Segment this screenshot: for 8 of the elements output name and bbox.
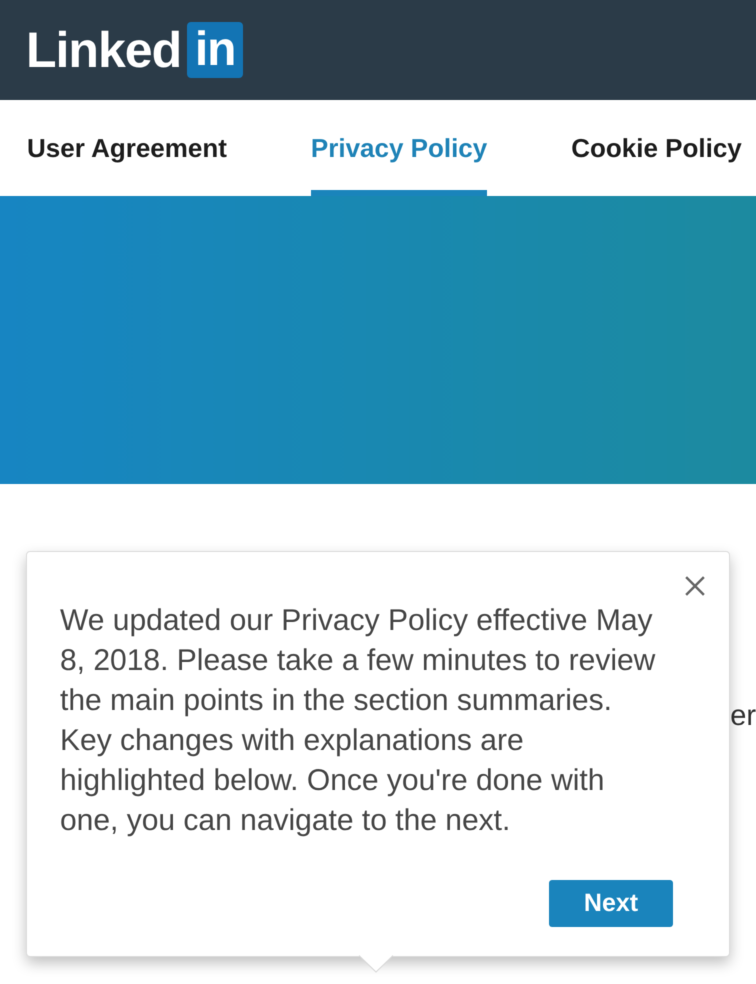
logo-wordmark: Linked: [26, 22, 182, 78]
close-icon[interactable]: [685, 576, 705, 596]
next-button[interactable]: Next: [549, 880, 673, 927]
nav-tab[interactable]: Cookie Policy: [571, 100, 742, 196]
page-text: er: [730, 699, 756, 734]
popup-message: We updated our Privacy Policy effective May 8, 2018. Please take a few minutes to review the main points in the section summaries. Key changes with explanations are highlighted below. Once you're done with one, you can navigate to the next.: [60, 603, 656, 839]
logo-badge: in: [187, 22, 244, 78]
nav-tab[interactable]: User Agreement: [27, 100, 227, 196]
